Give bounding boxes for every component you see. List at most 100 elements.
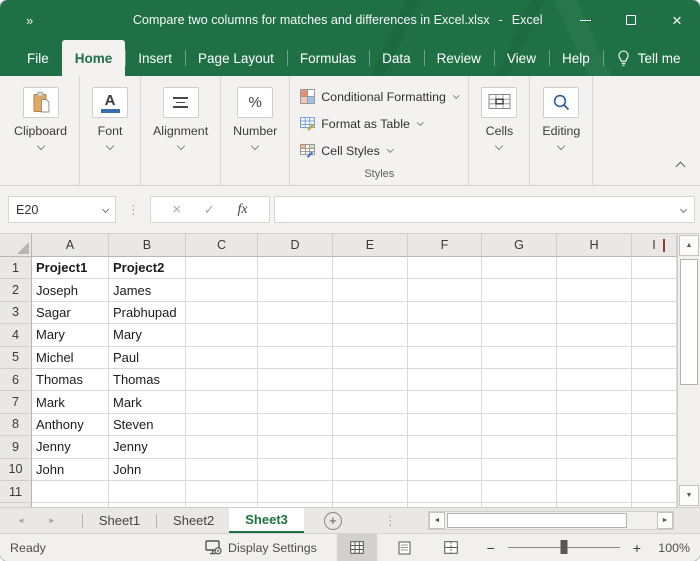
- cell-D2[interactable]: [258, 279, 333, 301]
- enter-icon[interactable]: ✓: [204, 202, 215, 218]
- cell-A9[interactable]: Jenny: [32, 436, 109, 458]
- cells-button[interactable]: Cells: [481, 76, 517, 149]
- formula-input[interactable]: [274, 196, 695, 223]
- cell-G1[interactable]: [482, 257, 557, 279]
- cell-B5[interactable]: Paul: [109, 347, 186, 369]
- quick-access-toolbar-button[interactable]: »: [26, 13, 34, 28]
- page-break-preview-button[interactable]: [431, 534, 471, 561]
- cell-C6[interactable]: [186, 369, 258, 391]
- cell-F8[interactable]: [408, 414, 482, 436]
- cell-A10[interactable]: John: [32, 459, 109, 481]
- cell-I1[interactable]: [632, 257, 677, 279]
- cell-D7[interactable]: [258, 391, 333, 413]
- cell-A2[interactable]: Joseph: [32, 279, 109, 301]
- cell-C10[interactable]: [186, 459, 258, 481]
- collapse-ribbon-button[interactable]: [677, 157, 684, 175]
- column-header-H[interactable]: H: [557, 234, 632, 257]
- cell-G3[interactable]: [482, 302, 557, 324]
- tab-data[interactable]: Data: [369, 40, 424, 76]
- share-button[interactable]: Share: [694, 40, 700, 76]
- row-header-9[interactable]: 9: [0, 436, 32, 458]
- close-button[interactable]: ×: [654, 0, 700, 40]
- cell-C5[interactable]: [186, 347, 258, 369]
- cell-A1[interactable]: Project1: [32, 257, 109, 279]
- cell-B3[interactable]: Prabhupad: [109, 302, 186, 324]
- cell-I11[interactable]: [632, 481, 677, 503]
- cell-D9[interactable]: [258, 436, 333, 458]
- column-header-F[interactable]: F: [408, 234, 482, 257]
- cell-E5[interactable]: [333, 347, 408, 369]
- tab-page-layout[interactable]: Page Layout: [185, 40, 287, 76]
- cell-B4[interactable]: Mary: [109, 324, 186, 346]
- cell-G9[interactable]: [482, 436, 557, 458]
- cell-I10[interactable]: [632, 459, 677, 481]
- cell-D5[interactable]: [258, 347, 333, 369]
- maximize-button[interactable]: [608, 0, 654, 40]
- scroll-right-button[interactable]: ►: [657, 512, 673, 529]
- cell-I4[interactable]: [632, 324, 677, 346]
- editing-button[interactable]: Editing: [542, 76, 580, 149]
- cell-B9[interactable]: Jenny: [109, 436, 186, 458]
- cell-I6[interactable]: [632, 369, 677, 391]
- page-layout-view-button[interactable]: [384, 534, 424, 561]
- tab-home[interactable]: Home: [62, 40, 126, 76]
- vertical-scrollbar-thumb[interactable]: [680, 259, 698, 385]
- cell-E4[interactable]: [333, 324, 408, 346]
- cell-D1[interactable]: [258, 257, 333, 279]
- column-header-E[interactable]: E: [333, 234, 408, 257]
- cell-D8[interactable]: [258, 414, 333, 436]
- cell-C9[interactable]: [186, 436, 258, 458]
- cell-H4[interactable]: [557, 324, 632, 346]
- row-header-7[interactable]: 7: [0, 391, 32, 413]
- cell-H9[interactable]: [557, 436, 632, 458]
- cell-F2[interactable]: [408, 279, 482, 301]
- tab-review[interactable]: Review: [424, 40, 494, 76]
- cell-I5[interactable]: [632, 347, 677, 369]
- cell-B8[interactable]: Steven: [109, 414, 186, 436]
- cell-A6[interactable]: Thomas: [32, 369, 109, 391]
- vertical-scrollbar[interactable]: ▲ ▼: [677, 234, 700, 507]
- alignment-button[interactable]: Alignment: [153, 76, 208, 149]
- cell-C1[interactable]: [186, 257, 258, 279]
- zoom-slider[interactable]: [508, 547, 620, 548]
- scroll-left-button[interactable]: ◄: [429, 512, 445, 529]
- cell-E9[interactable]: [333, 436, 408, 458]
- cell-G7[interactable]: [482, 391, 557, 413]
- sheet-tab-sheet3[interactable]: Sheet3: [229, 508, 304, 533]
- tab-insert[interactable]: Insert: [125, 40, 185, 76]
- cell-H10[interactable]: [557, 459, 632, 481]
- cell-A11[interactable]: [32, 481, 109, 503]
- cell-B11[interactable]: [109, 481, 186, 503]
- minimize-button[interactable]: [562, 0, 608, 40]
- cell-D10[interactable]: [258, 459, 333, 481]
- cell-I7[interactable]: [632, 391, 677, 413]
- next-sheet-button[interactable]: ►: [48, 516, 56, 525]
- scroll-down-button[interactable]: ▼: [679, 485, 699, 506]
- cell-B10[interactable]: John: [109, 459, 186, 481]
- cell-F9[interactable]: [408, 436, 482, 458]
- cell-H11[interactable]: [557, 481, 632, 503]
- cell-I8[interactable]: [632, 414, 677, 436]
- cell-G6[interactable]: [482, 369, 557, 391]
- cell-E3[interactable]: [333, 302, 408, 324]
- column-header-D[interactable]: D: [258, 234, 333, 257]
- cell-C3[interactable]: [186, 302, 258, 324]
- cell-I2[interactable]: [632, 279, 677, 301]
- tell-me-button[interactable]: Tell me: [603, 40, 695, 76]
- sheet-tab-sheet1[interactable]: Sheet1: [84, 508, 155, 533]
- cell-I9[interactable]: [632, 436, 677, 458]
- cell-E7[interactable]: [333, 391, 408, 413]
- row-header-2[interactable]: 2: [0, 279, 32, 301]
- cell-F1[interactable]: [408, 257, 482, 279]
- font-button[interactable]: A Font: [92, 76, 128, 149]
- cell-H8[interactable]: [557, 414, 632, 436]
- conditional-formatting-button[interactable]: Conditional Formatting: [300, 83, 458, 110]
- cell-F10[interactable]: [408, 459, 482, 481]
- tab-help[interactable]: Help: [549, 40, 603, 76]
- cell-A5[interactable]: Michel: [32, 347, 109, 369]
- row-header-1[interactable]: 1: [0, 257, 32, 279]
- row-header-10[interactable]: 10: [0, 459, 32, 481]
- horizontal-scrollbar-thumb[interactable]: [447, 513, 627, 528]
- cell-F6[interactable]: [408, 369, 482, 391]
- cell-styles-button[interactable]: Cell Styles: [300, 137, 392, 164]
